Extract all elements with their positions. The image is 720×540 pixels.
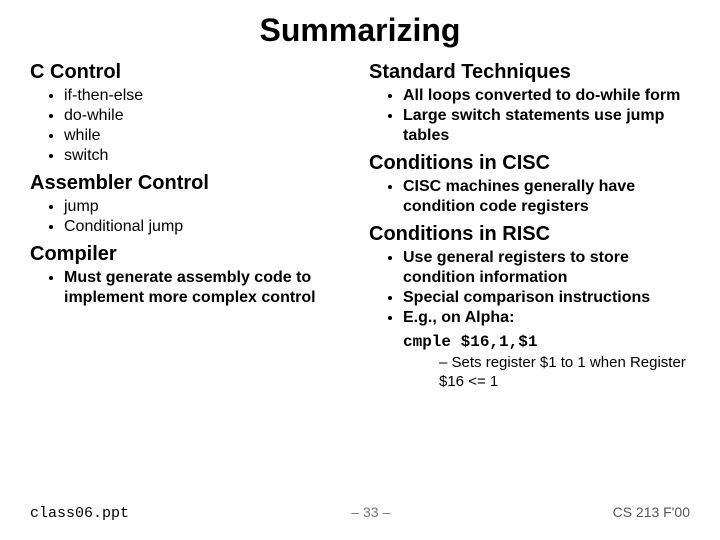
slide-title: Summarizing: [30, 12, 690, 49]
heading-standard-techniques: Standard Techniques: [369, 61, 690, 84]
list-item: Conditional jump: [64, 217, 351, 237]
heading-compiler: Compiler: [30, 243, 351, 266]
footer-page-number: – 33 –: [351, 504, 390, 520]
list-item: Sets register $1 to 1 when Register $16 …: [439, 354, 690, 392]
list-item: switch: [64, 146, 351, 166]
list-item: jump: [64, 197, 351, 217]
heading-c-control: C Control: [30, 61, 351, 84]
left-column: C Control if-then-else do-while while sw…: [30, 55, 351, 392]
list-item: Must generate assembly code to implement…: [64, 268, 351, 308]
heading-conditions-risc: Conditions in RISC: [369, 223, 690, 246]
list-item: E.g., on Alpha:: [403, 308, 690, 328]
right-column: Standard Techniques All loops converted …: [369, 55, 690, 392]
list-item: Large switch statements use jump tables: [403, 106, 690, 146]
heading-conditions-cisc: Conditions in CISC: [369, 152, 690, 175]
heading-assembler-control: Assembler Control: [30, 172, 351, 195]
slide: Summarizing C Control if-then-else do-wh…: [0, 0, 720, 540]
list-item: if-then-else: [64, 86, 351, 106]
footer-course: CS 213 F'00: [613, 504, 690, 520]
code-example: cmple $16,1,$1: [369, 332, 690, 352]
footer-filename: class06.ppt: [30, 505, 129, 522]
list-item: CISC machines generally have condition c…: [403, 177, 690, 217]
list-item: Use general registers to store condition…: [403, 248, 690, 288]
slide-footer: class06.ppt – 33 – CS 213 F'00: [30, 504, 690, 522]
list-compiler: Must generate assembly code to implement…: [30, 268, 351, 308]
list-item: All loops converted to do-while form: [403, 86, 690, 106]
list-item: Special comparison instructions: [403, 288, 690, 308]
list-conditions-cisc: CISC machines generally have condition c…: [369, 177, 690, 217]
list-item: do-while: [64, 106, 351, 126]
list-c-control: if-then-else do-while while switch: [30, 86, 351, 166]
sub-list: Sets register $1 to 1 when Register $16 …: [369, 354, 690, 392]
list-item: while: [64, 126, 351, 146]
list-conditions-risc: Use general registers to store condition…: [369, 248, 690, 328]
code-text: cmple $16,1,$1: [403, 333, 537, 351]
list-standard-techniques: All loops converted to do-while form Lar…: [369, 86, 690, 146]
list-assembler-control: jump Conditional jump: [30, 197, 351, 237]
content-columns: C Control if-then-else do-while while sw…: [30, 55, 690, 392]
